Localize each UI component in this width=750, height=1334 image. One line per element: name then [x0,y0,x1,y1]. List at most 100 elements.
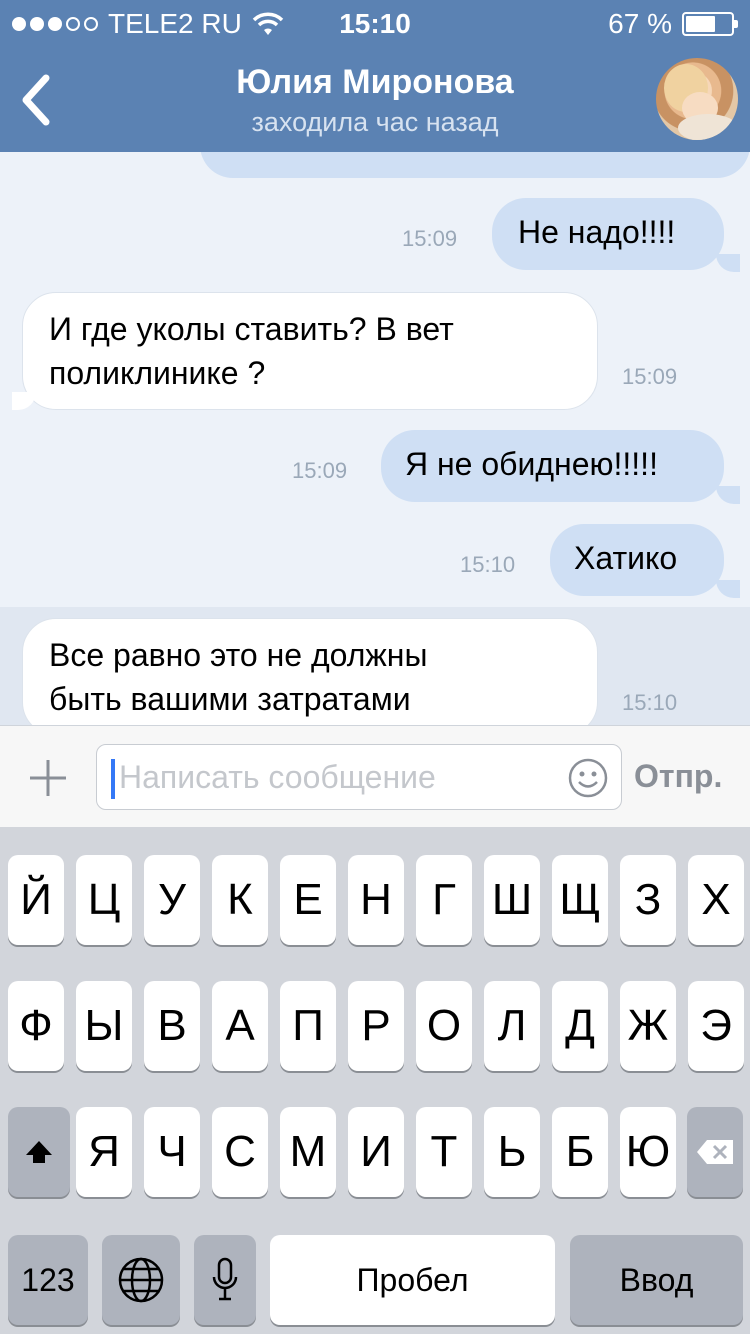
key-letter[interactable]: Ч [144,1107,200,1197]
key-letter[interactable]: Щ [552,855,608,945]
key-letter[interactable]: Ц [76,855,132,945]
key-letter-label: Ш [491,875,533,924]
key-letter[interactable]: В [144,981,200,1071]
key-letter[interactable]: Х [688,855,744,945]
keyboard: 123 Пробел Ввод ЙЦУКЕНГШЩЗХ ФЫВАПРОЛДЖЭ ЯЧ… [0,827,750,1334]
key-letter[interactable]: Н [348,855,404,945]
last-seen-status: заходила час назад [251,107,499,137]
key-letter-label: Ы [84,1001,124,1050]
message-time: 15:10 [622,690,678,715]
backspace-key[interactable] [687,1107,743,1197]
message-bubble-outgoing[interactable]: Я не обиднею!!!!! [381,430,724,502]
key-letter-label: Ж [627,1001,669,1050]
key-letter[interactable]: З [620,855,676,945]
key-letter-label: Б [565,1127,595,1176]
key-letter[interactable]: И [348,1107,404,1197]
key-letter-label: Е [293,875,323,924]
key-letter[interactable]: Ш [484,855,540,945]
message-text-line: Все равно это не должны [49,637,428,673]
message-text-line: поликлинике ? [49,355,266,391]
message-text: Не надо!!!! [518,214,676,250]
message-time: 15:09 [292,458,348,483]
key-letter-label: Э [700,1001,732,1050]
key-letter-label: К [227,875,253,924]
key-letter[interactable]: П [280,981,336,1071]
plus-icon [30,760,66,796]
key-letter[interactable]: Г [416,855,472,945]
backspace-icon [697,1140,733,1164]
key-letter-label: Й [20,875,52,924]
key-letter[interactable]: Ж [620,981,676,1071]
key-letter-label: У [158,875,186,924]
message-list[interactable]: 15:09 Не надо!!!! И где уколы ставить? В… [0,152,750,725]
key-letter-label: Р [361,1001,391,1050]
key-letter[interactable]: Д [552,981,608,1071]
key-letter-label: Н [360,875,392,924]
back-button[interactable] [14,70,58,130]
send-button[interactable]: Отпр. [634,758,722,795]
key-letter-label: Ц [87,875,121,924]
space-key-label: Пробел [356,1261,469,1298]
contact-info[interactable]: Юлия Миронова заходила час назад [140,62,610,140]
key-letter[interactable]: К [212,855,268,945]
message-text-line: И где уколы ставить? В вет [49,311,454,347]
key-letter-label: Я [88,1127,120,1176]
key-letter[interactable]: Э [688,981,744,1071]
key-letter[interactable]: А [212,981,268,1071]
avatar[interactable] [656,58,738,140]
key-letter-label: Х [701,875,731,924]
key-letter[interactable]: Ф [8,981,64,1071]
key-letter[interactable]: У [144,855,200,945]
key-letter[interactable]: Ю [620,1107,676,1197]
composer-bar: Написать сообщение Отпр. [0,725,750,827]
key-letter-label: З [634,875,662,924]
message-bubble-outgoing[interactable]: Не надо!!!! [492,198,724,270]
key-letter-label: О [426,1001,462,1050]
key-letter[interactable]: С [212,1107,268,1197]
key-letter-label: Д [565,1001,595,1050]
key-letter-label: Т [430,1127,458,1176]
key-letter-label: Г [432,875,456,924]
chevron-left-icon [22,74,50,126]
space-key[interactable]: Пробел [270,1235,555,1325]
key-letter[interactable]: Р [348,981,404,1071]
key-letter[interactable]: М [280,1107,336,1197]
message-bubble-outgoing[interactable]: Хатико [550,524,724,596]
globe-icon [118,1257,164,1303]
message-bubble-incoming[interactable]: И где уколы ставить? В вет поликлинике ? [22,292,598,410]
key-letter[interactable]: Ь [484,1107,540,1197]
text-cursor [111,759,115,799]
attach-button[interactable] [28,758,68,798]
shift-key[interactable] [8,1107,70,1197]
message-bubble-partial [200,152,750,178]
key-letter-label: П [292,1001,324,1050]
key-letter[interactable]: Т [416,1107,472,1197]
dictation-key[interactable] [194,1235,256,1325]
emoji-icon[interactable] [567,757,609,799]
battery-percent: 67 % [608,8,672,39]
return-key[interactable]: Ввод [570,1235,743,1325]
message-text-line: быть вашими затратами [49,681,411,717]
chat-header: TELE2 RU 15:10 67 % Юлия Миронова заходи… [0,0,750,152]
message-text: Я не обиднею!!!!! [405,446,658,482]
message-bubble-incoming[interactable]: Все равно это не должны быть вашими затр… [22,618,598,725]
key-letter[interactable]: Й [8,855,64,945]
key-letter-label: Ч [157,1127,187,1176]
key-letter[interactable]: Ы [76,981,132,1071]
language-key[interactable] [102,1235,180,1325]
numbers-key[interactable]: 123 [8,1235,88,1325]
key-letter-label: А [225,1001,255,1050]
battery-icon [682,12,738,36]
message-time: 15:10 [460,552,516,577]
message-input[interactable]: Написать сообщение [96,744,622,810]
key-letter-label: Ф [19,1001,53,1050]
key-letter[interactable]: Л [484,981,540,1071]
key-letter[interactable]: Е [280,855,336,945]
key-letter[interactable]: Я [76,1107,132,1197]
key-letter-label: М [289,1127,327,1176]
shift-icon [26,1141,52,1163]
message-time: 15:09 [402,226,458,251]
key-letter-label: С [224,1127,256,1176]
key-letter[interactable]: О [416,981,472,1071]
key-letter[interactable]: Б [552,1107,608,1197]
